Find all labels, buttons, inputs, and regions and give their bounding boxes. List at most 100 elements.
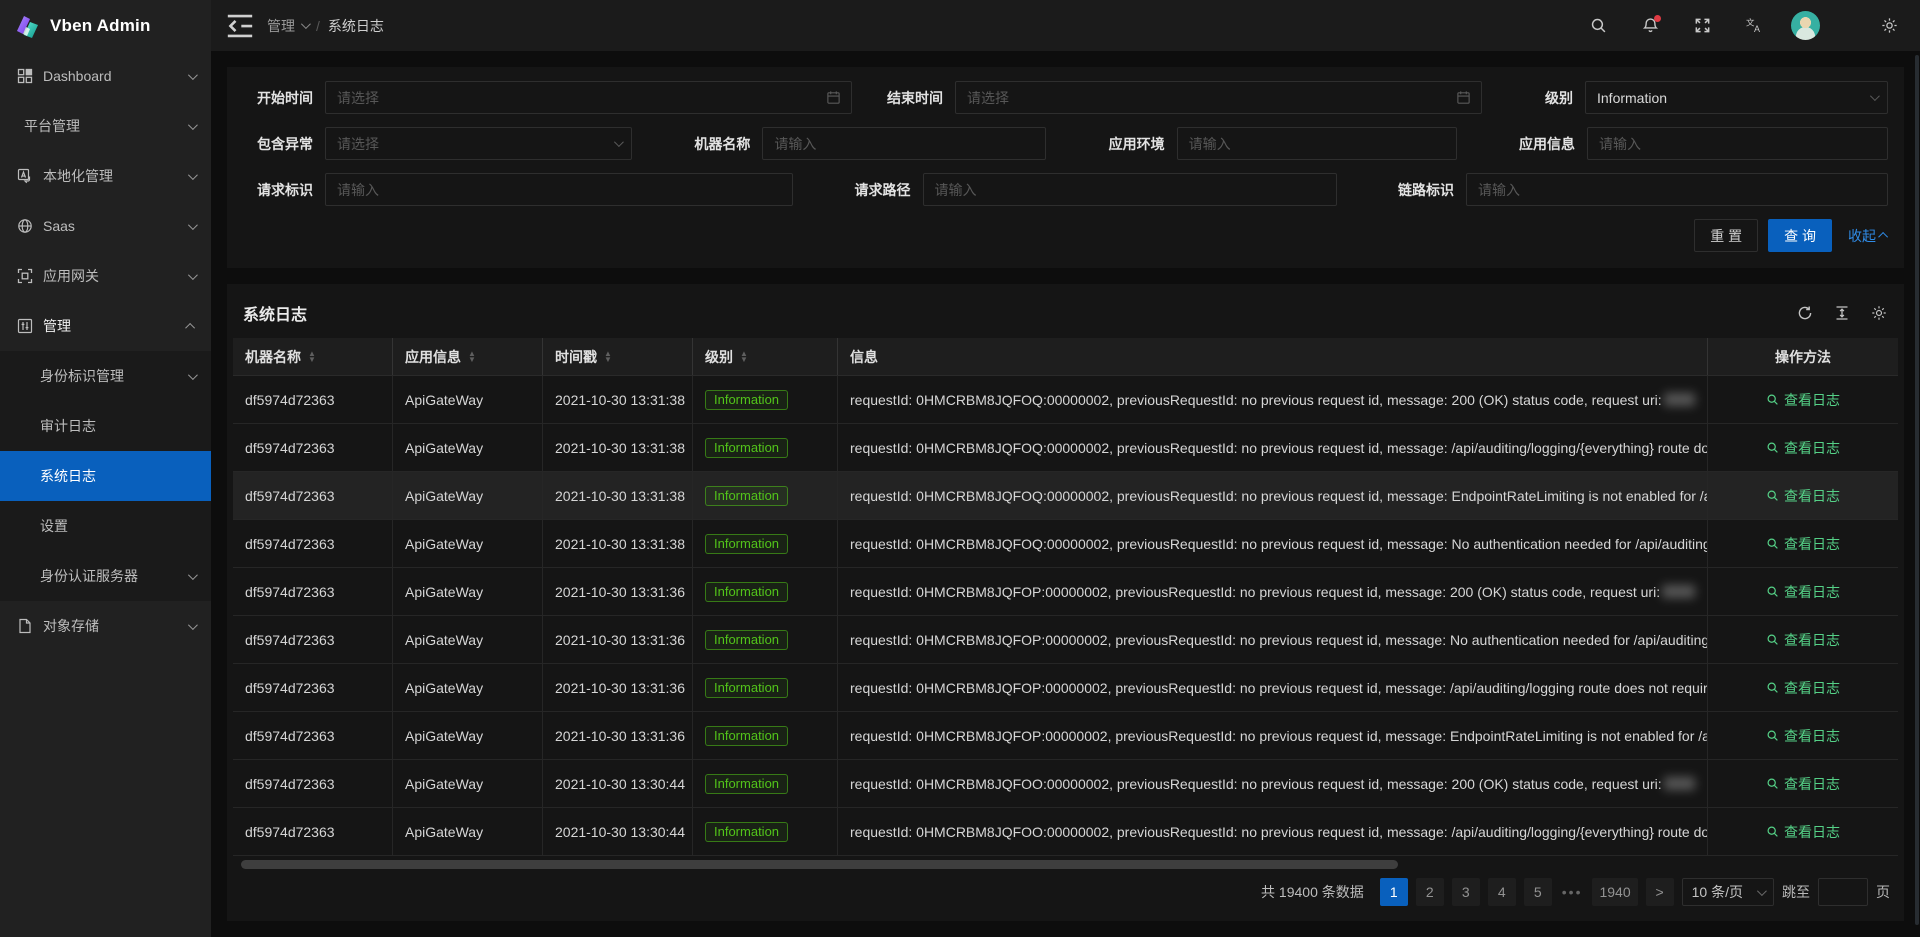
view-log-link[interactable]: 查看日志	[1766, 534, 1840, 554]
table-row[interactable]: df5974d72363ApiGateWay2021-10-30 13:31:3…	[233, 376, 1898, 424]
redacted-blur	[1662, 585, 1695, 598]
chevron-down-icon	[614, 140, 621, 147]
settings-gear-icon[interactable]	[1874, 11, 1904, 41]
column-header[interactable]: 应用信息▲▼	[393, 338, 543, 375]
translate-icon[interactable]: 文 A	[1739, 11, 1769, 41]
view-log-link[interactable]: 查看日志	[1766, 486, 1840, 506]
fullscreen-icon[interactable]	[1687, 11, 1717, 41]
logo[interactable]: Vben Admin	[0, 0, 211, 51]
cell-app-info: ApiGateWay	[393, 760, 543, 807]
date-picker[interactable]: 请选择	[325, 81, 852, 114]
table-row[interactable]: df5974d72363ApiGateWay2021-10-30 13:31:3…	[233, 568, 1898, 616]
sort-icon[interactable]: ▲▼	[468, 351, 476, 363]
column-header[interactable]: 信息	[838, 338, 1708, 375]
sort-icon[interactable]: ▲▼	[604, 351, 612, 363]
filter-text-input[interactable]	[1466, 173, 1888, 206]
table-row[interactable]: df5974d72363ApiGateWay2021-10-30 13:31:3…	[233, 712, 1898, 760]
column-header[interactable]: 机器名称▲▼	[233, 338, 393, 375]
search-button[interactable]: 查 询	[1768, 219, 1832, 252]
filter-field-label: 请求路径	[841, 180, 911, 200]
sidebar-item[interactable]: Saas	[0, 201, 211, 251]
page-size-select[interactable]: 10 条/页	[1682, 878, 1774, 906]
page-button[interactable]: 5	[1524, 878, 1552, 906]
page-button[interactable]: 3	[1452, 878, 1480, 906]
cell-timestamp: 2021-10-30 13:31:38	[543, 424, 693, 471]
reset-button[interactable]: 重 置	[1694, 219, 1758, 252]
collapse-link[interactable]: 收起	[1848, 226, 1888, 246]
filter-text-input[interactable]	[1587, 127, 1888, 160]
view-log-link[interactable]: 查看日志	[1766, 390, 1840, 410]
table-row[interactable]: df5974d72363ApiGateWay2021-10-30 13:31:3…	[233, 424, 1898, 472]
pagination-ellipsis[interactable]: •••	[1560, 884, 1585, 900]
avatar[interactable]	[1791, 11, 1820, 40]
table-row[interactable]: df5974d72363ApiGateWay2021-10-30 13:31:3…	[233, 520, 1898, 568]
next-page-button[interactable]: >	[1646, 878, 1674, 906]
select-box[interactable]: Information	[1585, 81, 1888, 114]
menu-fold-icon[interactable]	[225, 11, 255, 41]
page-button[interactable]: 4	[1488, 878, 1516, 906]
column-header[interactable]: 级别▲▼	[693, 338, 838, 375]
sidebar-item[interactable]: 管理	[0, 301, 211, 351]
column-settings-gear-icon[interactable]	[1870, 304, 1888, 322]
date-picker[interactable]: 请选择	[955, 81, 1482, 114]
search-icon[interactable]	[1583, 11, 1613, 41]
filter-field: 开始时间请选择	[243, 81, 852, 114]
sort-icon[interactable]: ▲▼	[740, 351, 748, 363]
horizontal-scrollbar-thumb[interactable]	[241, 860, 1398, 869]
filter-field-label: 应用环境	[1095, 134, 1165, 154]
filter-text-input[interactable]	[923, 173, 1337, 206]
cell-level: Information	[693, 424, 838, 471]
sidebar-item[interactable]: 本地化管理	[0, 151, 211, 201]
table-row[interactable]: df5974d72363ApiGateWay2021-10-30 13:31:3…	[233, 664, 1898, 712]
select-box[interactable]: 请选择	[325, 127, 632, 160]
notification-bell-icon[interactable]	[1635, 11, 1665, 41]
jump-page-input[interactable]	[1818, 878, 1868, 906]
view-log-link[interactable]: 查看日志	[1766, 678, 1840, 698]
column-header[interactable]: 时间戳▲▼	[543, 338, 693, 375]
cell-level: Information	[693, 568, 838, 615]
table-row[interactable]: df5974d72363ApiGateWay2021-10-30 13:30:4…	[233, 760, 1898, 808]
view-log-link[interactable]: 查看日志	[1766, 822, 1840, 842]
chevron-down-icon	[1757, 886, 1767, 896]
sidebar-subitem[interactable]: 审计日志	[0, 401, 211, 451]
sidebar: Vben Admin Dashboard平台管理本地化管理Saas应用网关管理身…	[0, 0, 211, 937]
page-button[interactable]: 2	[1416, 878, 1444, 906]
sidebar-item[interactable]: Dashboard	[0, 51, 211, 101]
sidebar-subitem[interactable]: 身份认证服务器	[0, 551, 211, 601]
message-text: requestId: 0HMCRBM8JQFOQ:00000002, previ…	[850, 488, 1708, 504]
filter-text-input[interactable]	[762, 127, 1046, 160]
magnifier-icon	[1766, 489, 1779, 502]
filter-text-input[interactable]	[325, 173, 793, 206]
sidebar-item[interactable]: 平台管理	[0, 101, 211, 151]
sidebar-item-label: 平台管理	[24, 116, 188, 136]
breadcrumb-section[interactable]: 管理	[267, 16, 308, 36]
sidebar-subitem[interactable]: 设置	[0, 501, 211, 551]
refresh-icon[interactable]	[1796, 304, 1814, 322]
vertical-scrollbar-thumb[interactable]	[1915, 55, 1919, 925]
sidebar-item-label: Dashboard	[43, 68, 188, 84]
view-log-link[interactable]: 查看日志	[1766, 630, 1840, 650]
row-height-icon[interactable]	[1833, 304, 1851, 322]
sort-icon[interactable]: ▲▼	[308, 351, 316, 363]
page-button[interactable]: 1940	[1592, 878, 1637, 906]
page-button[interactable]: 1	[1380, 878, 1408, 906]
table-row[interactable]: df5974d72363ApiGateWay2021-10-30 13:30:4…	[233, 808, 1898, 856]
view-log-link[interactable]: 查看日志	[1766, 774, 1840, 794]
sidebar-subitem[interactable]: 身份标识管理	[0, 351, 211, 401]
table-row[interactable]: df5974d72363ApiGateWay2021-10-30 13:31:3…	[233, 616, 1898, 664]
table-titlebar: 系统日志	[233, 290, 1898, 338]
table-row[interactable]: df5974d72363ApiGateWay2021-10-30 13:31:3…	[233, 472, 1898, 520]
sidebar-item[interactable]: 应用网关	[0, 251, 211, 301]
sidebar-item[interactable]: 对象存储	[0, 601, 211, 651]
filter-text-input[interactable]	[1177, 127, 1457, 160]
sidebar-subitem[interactable]: 系统日志	[0, 451, 211, 501]
column-header[interactable]: 操作方法	[1708, 338, 1898, 375]
horizontal-scrollbar[interactable]	[235, 859, 1896, 870]
view-log-link[interactable]: 查看日志	[1766, 582, 1840, 602]
table-body: df5974d72363ApiGateWay2021-10-30 13:31:3…	[233, 376, 1898, 856]
view-log-link[interactable]: 查看日志	[1766, 726, 1840, 746]
view-log-link[interactable]: 查看日志	[1766, 438, 1840, 458]
sidebar-item-label: 对象存储	[43, 616, 188, 636]
magnifier-icon	[1766, 441, 1779, 454]
view-log-label: 查看日志	[1784, 486, 1840, 506]
